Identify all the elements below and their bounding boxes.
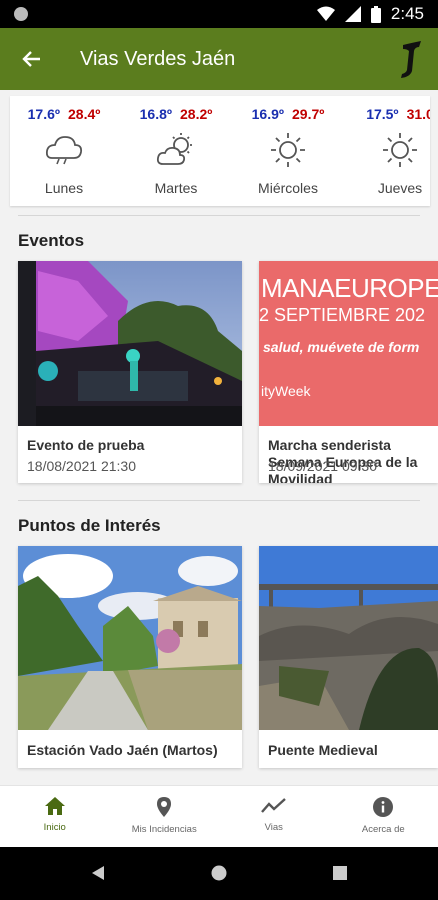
weather-day: 17.5º 31.0 Jueves (350, 96, 430, 206)
weather-day: 17.6º 28.4º Lunes (14, 96, 114, 206)
day-name: Martes (154, 180, 198, 196)
sun-icon (271, 133, 305, 167)
nav-label: Inicio (43, 822, 66, 833)
day-name: Jueves (377, 180, 423, 196)
system-back-icon[interactable] (91, 865, 105, 881)
poster-heading: MANAEUROPE (261, 273, 438, 303)
event-date: 18/08/2021 21:30 (27, 458, 136, 474)
event-image (18, 261, 242, 426)
nav-label: Mis Incidencias (131, 824, 197, 835)
arrow-left-icon (22, 51, 40, 67)
bottom-navigation: Inicio Mis Incidencias Vias Acerca de (0, 785, 438, 847)
weather-day: 16.8º 28.2º Martes (126, 96, 226, 206)
system-navigation-bar (0, 847, 438, 900)
event-title: Evento de prueba (27, 437, 145, 453)
poi-card[interactable]: Estación Vado Jaén (Martos) (18, 546, 242, 768)
nav-label: Acerca de (361, 824, 405, 835)
poster-footer: ityWeek (261, 383, 311, 399)
poster-date: 2 SEPTIEMBRE 202 (259, 305, 426, 325)
poi-image (259, 546, 438, 730)
cloud-icon (45, 136, 83, 165)
section-title-puntos: Puntos de Interés (18, 516, 161, 535)
poi-card[interactable]: Puente Medieval (259, 546, 438, 768)
sun-icon (383, 133, 417, 167)
page-title: Vias Verdes Jaén (80, 47, 236, 70)
status-time: 2:45 (390, 4, 424, 23)
system-home-icon[interactable] (211, 865, 227, 881)
wifi-icon (316, 6, 335, 21)
temp-max: 28.2º (180, 106, 213, 122)
temp-min: 16.8º (139, 106, 172, 122)
signal-icon (344, 6, 361, 22)
weather-day: 16.9º 29.7º Miércoles (238, 96, 338, 206)
status-icons: 2:45 (316, 4, 424, 24)
info-icon (373, 797, 394, 817)
trend-line-icon (260, 798, 286, 813)
nav-label: Vias (264, 822, 283, 833)
partly-cloudy-icon (156, 133, 192, 165)
event-card[interactable]: Evento de prueba 18/08/2021 21:30 (18, 261, 242, 483)
poi-title: Estación Vado Jaén (Martos) (27, 742, 218, 758)
back-button[interactable] (0, 28, 64, 90)
nav-item-mis-incidencias[interactable]: Mis Incidencias (110, 786, 220, 847)
temp-max: 31.0 (406, 106, 430, 122)
divider (18, 215, 420, 216)
temp-min: 16.9º (251, 106, 284, 122)
jaen-logo (382, 28, 438, 90)
status-bar: 2:45 (0, 0, 438, 28)
notification-dot-icon (14, 7, 28, 21)
system-recents-icon[interactable] (333, 866, 347, 880)
temp-max: 29.7º (292, 106, 325, 122)
event-card[interactable]: MANAEUROPE 2 SEPTIEMBRE 202 salud, muéve… (259, 261, 438, 483)
nav-item-vias[interactable]: Vias (219, 786, 329, 847)
location-pin-icon (157, 797, 172, 817)
nav-item-inicio[interactable]: Inicio (0, 786, 110, 847)
poi-title: Puente Medieval (268, 742, 378, 758)
poi-image (18, 546, 242, 730)
app-bar: Vias Verdes Jaén (0, 28, 438, 90)
home-icon (44, 797, 65, 815)
weather-forecast[interactable]: 17.6º 28.4º Lunes 16.8º 28.2º Martes 16.9º… (10, 96, 430, 206)
day-name: Miércoles (258, 180, 318, 196)
day-name: Lunes (44, 180, 84, 196)
temp-max: 28.4º (68, 106, 101, 122)
temp-min: 17.6º (27, 106, 60, 122)
event-poster: MANAEUROPE 2 SEPTIEMBRE 202 salud, muéve… (259, 261, 438, 426)
temp-min: 17.5º (366, 106, 399, 122)
event-date: 18/09/2021 09:30 (268, 458, 377, 474)
divider (18, 500, 420, 501)
nav-item-acerca-de[interactable]: Acerca de (329, 786, 438, 847)
battery-icon (370, 5, 381, 23)
poster-slogan: salud, muévete de form (263, 339, 420, 355)
section-title-eventos: Eventos (18, 231, 85, 250)
